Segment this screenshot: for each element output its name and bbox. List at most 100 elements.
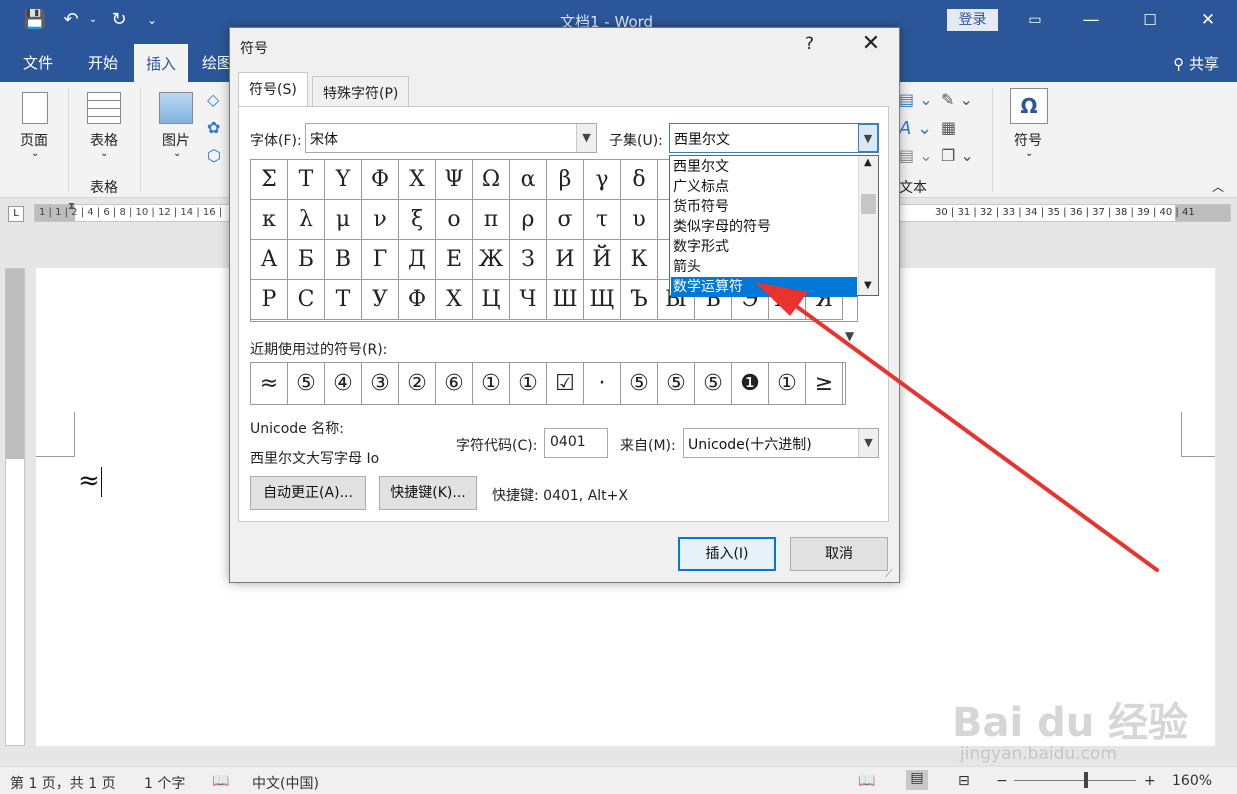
language[interactable]: 中文(中国)	[252, 773, 319, 793]
redo-icon[interactable]: ↻	[106, 8, 132, 32]
symbol-cell[interactable]: Σ	[251, 160, 288, 200]
object-icon[interactable]: ❐ ⌄	[941, 146, 974, 165]
symbol-cell[interactable]: μ	[325, 200, 362, 240]
symbol-cell[interactable]: ρ	[510, 200, 547, 240]
symbol-cell[interactable]: Τ	[288, 160, 325, 200]
symbol-button-label[interactable]: 符号	[1014, 130, 1042, 150]
subset-option[interactable]: 箭头	[671, 257, 857, 277]
symbol-cell[interactable]: υ	[621, 200, 658, 240]
share-button[interactable]: ⚲ 共享	[1173, 53, 1219, 74]
indent-marker-icon[interactable]: ⧗	[68, 201, 75, 212]
print-layout-icon[interactable]: ▤	[906, 770, 928, 790]
recent-symbol-cell[interactable]: ≥	[806, 363, 843, 404]
symbol-cell[interactable]: З	[510, 240, 547, 280]
symbol-cell[interactable]: Г	[362, 240, 399, 280]
tab-home[interactable]: 开始	[88, 52, 118, 73]
page-button-label[interactable]: 页面	[20, 130, 48, 150]
undo-dropdown-icon[interactable]: ⌄	[86, 8, 100, 32]
recent-symbol-cell[interactable]: ②	[399, 363, 436, 404]
chevron-down-icon[interactable]: ▼	[858, 429, 878, 457]
list-scrollbar[interactable]: ▲ ▼	[858, 156, 878, 295]
recent-symbol-cell[interactable]: ④	[325, 363, 362, 404]
recent-symbol-cell[interactable]: ☑	[547, 363, 584, 404]
autocorrect-button[interactable]: 自动更正(A)...	[250, 476, 366, 510]
textbox-icon[interactable]: ▤ ⌄	[899, 90, 933, 109]
close-window-icon[interactable]: ✕	[1193, 6, 1223, 34]
symbol-cell[interactable]: π	[473, 200, 510, 240]
save-icon[interactable]: 💾	[22, 8, 48, 32]
symbol-cell[interactable]: Е	[436, 240, 473, 280]
minimize-icon[interactable]: —	[1076, 6, 1106, 34]
char-code-input[interactable]: 0401	[544, 428, 608, 458]
web-layout-icon[interactable]: ⊟	[958, 773, 970, 789]
page-icon[interactable]	[22, 92, 48, 124]
symbol-cell[interactable]: Д	[399, 240, 436, 280]
resize-grip-icon[interactable]: ⟋	[885, 567, 893, 581]
tab-file[interactable]: 文件	[23, 52, 53, 73]
cancel-button[interactable]: 取消	[790, 537, 888, 571]
table-icon[interactable]	[87, 92, 121, 124]
page-count[interactable]: 第 1 页，共 1 页	[10, 773, 116, 793]
omega-icon[interactable]: Ω	[1010, 88, 1048, 124]
symbol-cell[interactable]: У	[362, 280, 399, 320]
close-icon[interactable]: ✕	[856, 31, 886, 56]
chevron-down-icon[interactable]: ▼	[576, 124, 596, 152]
symbol-cell[interactable]: А	[251, 240, 288, 280]
recent-symbol-cell[interactable]: ⑤	[621, 363, 658, 404]
recent-symbol-cell[interactable]: ①	[769, 363, 806, 404]
dropcap-icon[interactable]: ▤ ⌄	[899, 146, 933, 165]
symbol-cell[interactable]: Ш	[547, 280, 584, 320]
symbol-cell[interactable]: β	[547, 160, 584, 200]
symbol-cell[interactable]: Ω	[473, 160, 510, 200]
symbol-cell[interactable]: Ж	[473, 240, 510, 280]
recent-symbols[interactable]: ≈ ⑤ ④ ③ ② ⑥ ① ① ☑ · ⑤ ⑤ ⑤ ❶ ① ≥	[250, 362, 846, 405]
proofing-icon[interactable]: 📖	[212, 773, 229, 789]
scroll-up-icon[interactable]: ▲	[864, 157, 872, 168]
table-dropdown-icon[interactable]: ⌄	[100, 148, 108, 159]
signature-line-icon[interactable]: ✎ ⌄	[941, 90, 973, 109]
tab-selector-icon[interactable]: L	[8, 206, 24, 222]
scroll-thumb[interactable]	[861, 194, 876, 214]
icons-icon[interactable]: ✿	[207, 118, 220, 137]
zoom-level[interactable]: 160%	[1172, 773, 1212, 789]
chevron-down-icon[interactable]: ▼	[858, 124, 878, 152]
ribbon-display-icon[interactable]: ▭	[1020, 6, 1050, 34]
recent-symbol-cell[interactable]: ⑥	[436, 363, 473, 404]
undo-icon[interactable]: ↶	[58, 8, 84, 32]
recent-symbol-cell[interactable]: ⑤	[288, 363, 325, 404]
maximize-icon[interactable]: ☐	[1135, 6, 1165, 34]
symbol-cell[interactable]: α	[510, 160, 547, 200]
subset-dropdown-list[interactable]: ▲ ▼ 西里尔文 广义标点 货币符号 类似字母的符号 数字形式 箭头 数学运算符	[669, 155, 879, 297]
from-combo[interactable]: Unicode(十六进制) ▼	[683, 428, 879, 458]
scroll-down-icon[interactable]: ▼	[864, 280, 872, 291]
symbol-cell[interactable]: Ч	[510, 280, 547, 320]
symbol-cell[interactable]: γ	[584, 160, 621, 200]
shortcut-key-button[interactable]: 快捷键(K)...	[379, 476, 477, 510]
symbol-cell[interactable]: Ъ	[621, 280, 658, 320]
tab-draw[interactable]: 绘图	[202, 52, 232, 73]
recent-symbol-cell[interactable]: ①	[473, 363, 510, 404]
word-count[interactable]: 1 个字	[144, 773, 185, 793]
zoom-out-icon[interactable]: −	[996, 773, 1008, 789]
picture-icon[interactable]	[159, 92, 193, 124]
symbol-cell[interactable]: ν	[362, 200, 399, 240]
help-icon[interactable]: ?	[805, 34, 814, 54]
symbol-cell[interactable]: Ψ	[436, 160, 473, 200]
symbol-cell[interactable]: Χ	[399, 160, 436, 200]
date-time-icon[interactable]: ▦	[941, 118, 956, 137]
zoom-in-icon[interactable]: +	[1144, 773, 1156, 789]
symbol-cell[interactable]: κ	[251, 200, 288, 240]
symbol-cell[interactable]: В	[325, 240, 362, 280]
symbol-cell[interactable]: σ	[547, 200, 584, 240]
subset-option[interactable]: 数学运算符	[671, 277, 857, 297]
picture-dropdown-icon[interactable]: ⌄	[173, 148, 181, 159]
shapes-icon[interactable]: ◇	[207, 90, 219, 109]
picture-button-label[interactable]: 图片	[162, 130, 190, 150]
recent-symbol-cell[interactable]: ①	[510, 363, 547, 404]
collapse-ribbon-icon[interactable]: ︿	[1212, 178, 1224, 195]
symbol-dropdown-icon[interactable]: ⌄	[1025, 148, 1033, 159]
recent-symbol-cell[interactable]: ⑤	[695, 363, 732, 404]
symbol-cell[interactable]: Р	[251, 280, 288, 320]
subset-option[interactable]: 货币符号	[671, 197, 857, 217]
subset-combo[interactable]: 西里尔文 ▼	[669, 123, 879, 153]
